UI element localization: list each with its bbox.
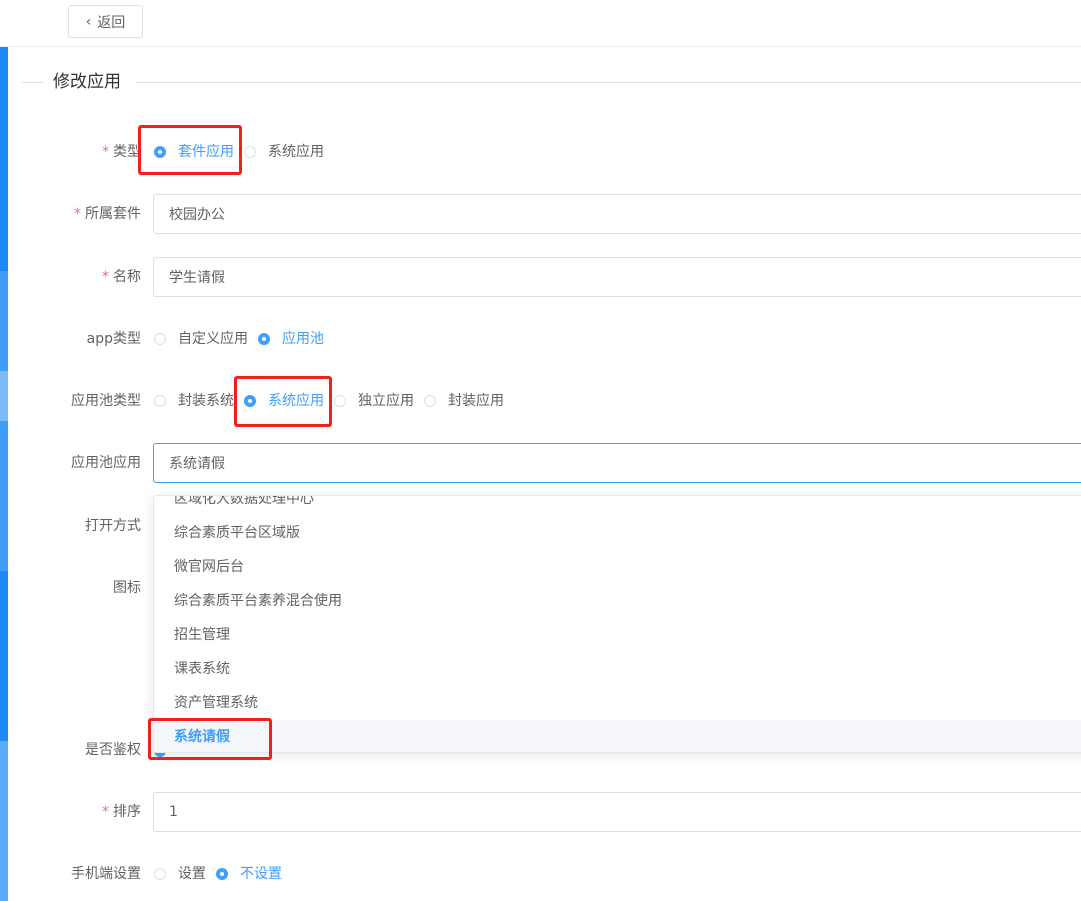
radio-dot-icon	[154, 146, 166, 158]
radio-dot-icon	[258, 333, 270, 345]
fieldset-divider	[136, 82, 1081, 83]
icon-label: 图标	[113, 580, 141, 596]
type-radio-suite[interactable]: 套件应用	[154, 142, 234, 162]
pool-app-label: 应用池应用	[71, 455, 141, 471]
pool-type-label: 应用池类型	[71, 393, 141, 409]
sidebar-accent-strip	[0, 371, 8, 421]
name-input[interactable]: 学生请假	[153, 257, 1081, 297]
sidebar-accent-strip	[0, 571, 8, 741]
chevron-left-icon: ‹	[85, 13, 92, 30]
type-radio-system[interactable]: 系统应用	[244, 142, 324, 162]
fieldset-divider	[22, 82, 44, 83]
app-type-label: app类型	[86, 331, 141, 347]
sidebar-accent-strip	[0, 741, 8, 901]
radio-dot-icon	[424, 395, 436, 407]
radio-dot-icon	[154, 333, 166, 345]
radio-dot-icon	[334, 395, 346, 407]
pool-app-select[interactable]: 系统请假	[153, 443, 1081, 483]
suite-label: * 所属套件	[74, 206, 141, 222]
mobile-radio-not-set[interactable]: 不设置	[216, 864, 282, 884]
pool-type-radio-wrapped-system[interactable]: 封装系统	[154, 391, 234, 411]
dropdown-item-selected[interactable]: 系统请假	[154, 720, 1081, 752]
sidebar-accent-strip	[0, 271, 8, 371]
radio-dot-icon	[154, 395, 166, 407]
sidebar-accent-strip	[0, 46, 8, 271]
dropdown-item[interactable]: 区域化大数据处理中心	[154, 496, 1081, 516]
app-type-radio-pool[interactable]: 应用池	[258, 329, 324, 349]
back-button[interactable]: ‹ 返回	[68, 5, 143, 38]
radio-dot-icon	[244, 146, 256, 158]
mobile-radio-set[interactable]: 设置	[154, 864, 206, 884]
type-label: * 类型	[102, 144, 141, 160]
sidebar-accent-strip	[0, 421, 8, 571]
dropdown-item[interactable]: 课表系统	[154, 652, 1081, 686]
radio-dot-icon	[154, 868, 166, 880]
back-button-label: 返回	[97, 14, 126, 31]
radio-dot-icon	[244, 395, 256, 407]
top-bar: ‹ 返回	[0, 0, 1081, 47]
dropdown-item[interactable]: 综合素质平台素养混合使用	[154, 584, 1081, 618]
order-label: * 排序	[102, 804, 141, 820]
open-mode-label: 打开方式	[85, 518, 141, 534]
pool-type-radio-wrapped-app[interactable]: 封装应用	[424, 391, 504, 411]
pool-app-dropdown: 区域化大数据处理中心 综合素质平台区域版 微官网后台 综合素质平台素养混合使用 …	[153, 495, 1081, 753]
page-title: 修改应用	[53, 72, 121, 92]
mobile-label: 手机端设置	[71, 866, 141, 882]
name-label: * 名称	[102, 269, 141, 285]
suite-select[interactable]: 校园办公	[153, 194, 1081, 234]
auth-label: 是否鉴权	[85, 742, 141, 758]
dropdown-item[interactable]: 综合素质平台区域版	[154, 516, 1081, 550]
dropdown-item[interactable]: 资产管理系统	[154, 686, 1081, 720]
dropdown-item[interactable]: 微官网后台	[154, 550, 1081, 584]
pool-type-radio-system-app[interactable]: 系统应用	[244, 391, 324, 411]
dropdown-item[interactable]: 招生管理	[154, 618, 1081, 652]
pool-type-radio-standalone[interactable]: 独立应用	[334, 391, 414, 411]
app-type-radio-custom[interactable]: 自定义应用	[154, 329, 248, 349]
radio-dot-icon	[216, 868, 228, 880]
order-input[interactable]: 1	[153, 792, 1081, 832]
